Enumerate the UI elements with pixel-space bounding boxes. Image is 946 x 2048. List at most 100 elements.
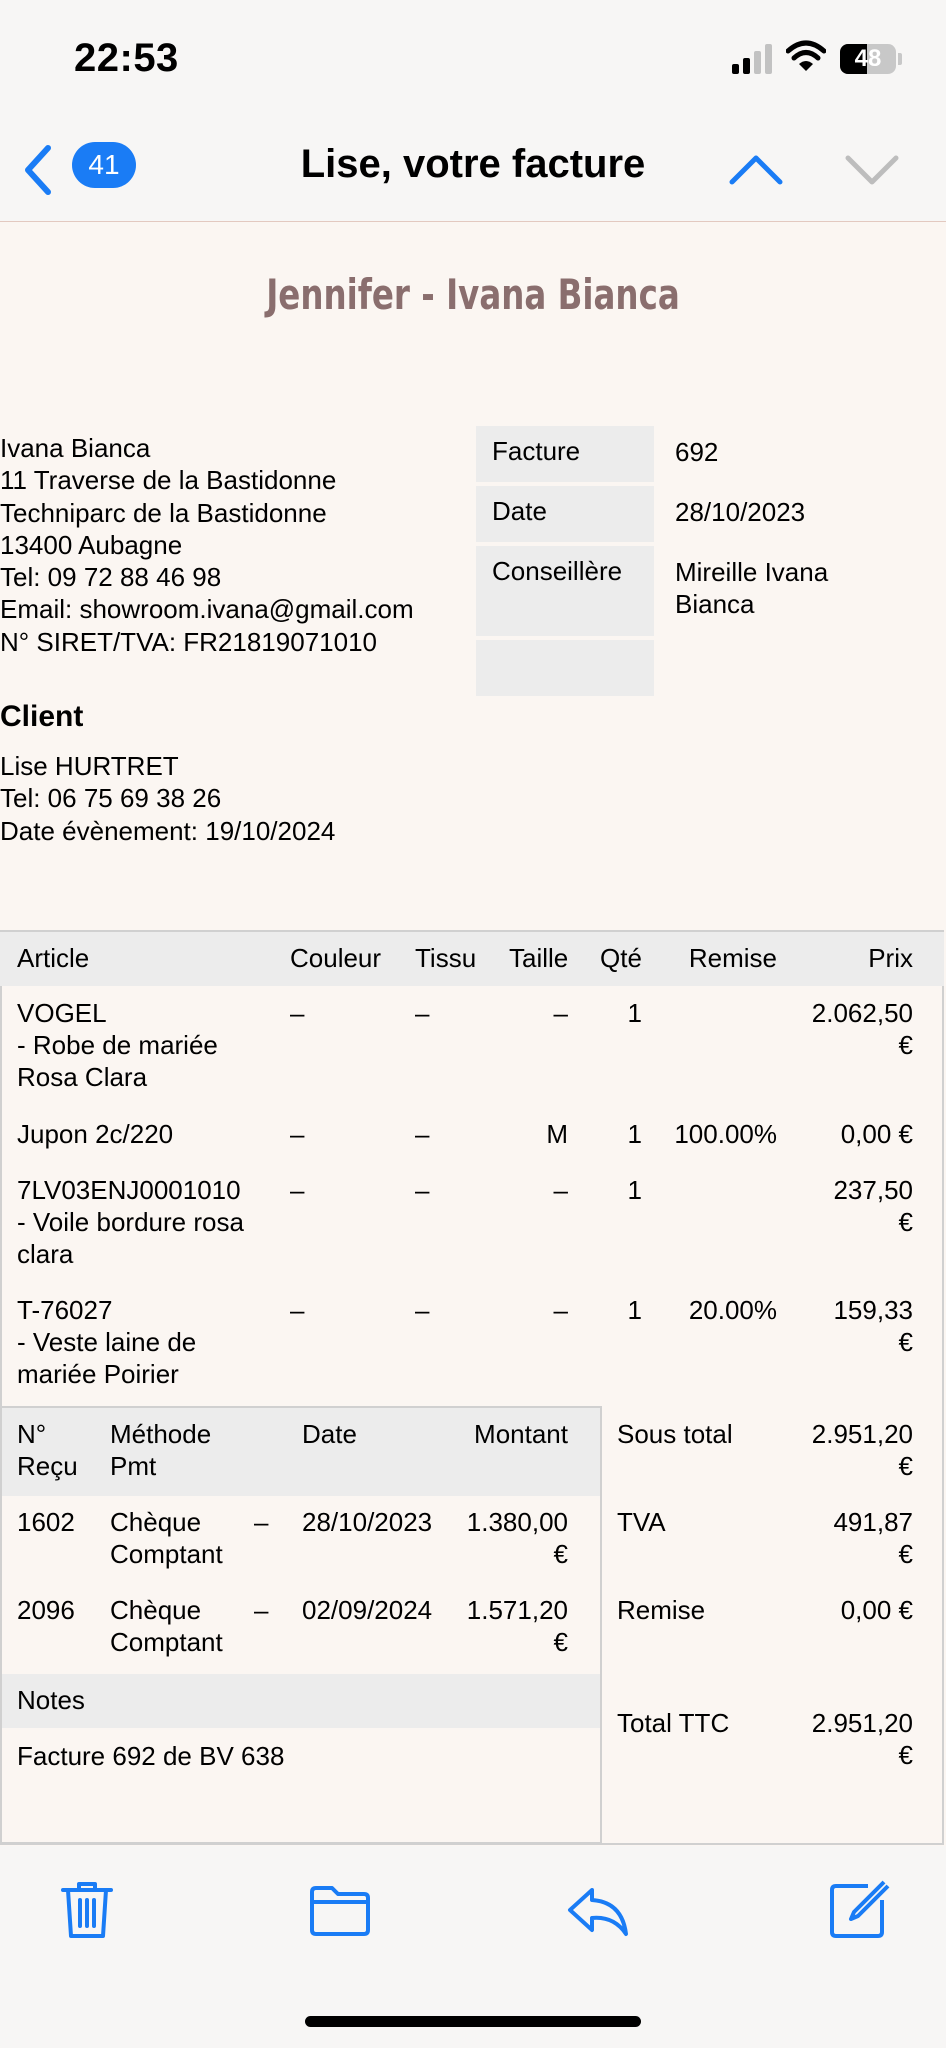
folder-icon[interactable] xyxy=(308,1878,372,1942)
column-header-payment-method: Méthode Pmt xyxy=(110,1418,211,1482)
price-line: € xyxy=(898,1207,913,1237)
cell-couleur: – xyxy=(290,1175,305,1205)
payment-receipt-no: 2096 xyxy=(17,1595,75,1625)
cell-prix: 0,00 € xyxy=(790,1118,913,1150)
total-value-subtotal: 2.951,20 € xyxy=(790,1418,913,1482)
notes-header xyxy=(2,1674,600,1728)
article-line: - Voile bordure rosa xyxy=(17,1207,244,1237)
cellular-signal-icon xyxy=(732,44,772,74)
article-line: mariée Poirier xyxy=(17,1359,179,1389)
cell-tissu: – xyxy=(415,1295,430,1325)
cell-remise: 100.00% xyxy=(674,1119,777,1149)
amount-line: € xyxy=(553,1627,568,1657)
company-address-block: Ivana Bianca 11 Traverse de la Bastidonn… xyxy=(0,432,414,658)
previous-message-chevron-up-icon[interactable] xyxy=(728,150,784,190)
article-line: - Veste laine de xyxy=(17,1327,197,1357)
payment-amount: 1.380,00 € xyxy=(440,1506,568,1570)
article-line: clara xyxy=(17,1239,74,1269)
price-line: 237,50 xyxy=(833,1175,913,1205)
invoice-store-heading: Jennifer - Ivana Bianca xyxy=(266,270,680,319)
trash-icon[interactable] xyxy=(55,1878,119,1942)
meta-value-advisor: Mireille Ivana Bianca xyxy=(675,556,828,620)
column-header-remise: Remise xyxy=(688,943,777,973)
cell-couleur: – xyxy=(290,1295,305,1325)
cell-tissu: – xyxy=(415,1119,430,1149)
company-line: Ivana Bianca xyxy=(0,433,151,463)
price-line: € xyxy=(898,1030,913,1060)
method-line: Comptant xyxy=(110,1627,223,1657)
total-line: 491,87 xyxy=(833,1507,913,1537)
company-line: Techniparc de la Bastidonne xyxy=(0,497,327,528)
payment-amount: 1.571,20 € xyxy=(440,1594,568,1658)
total-label-subtotal: Sous total xyxy=(617,1419,733,1449)
cell-taille: – xyxy=(553,998,568,1028)
meta-value-date: 28/10/2023 xyxy=(675,497,806,527)
client-phone: Tel: 06 75 69 38 26 xyxy=(0,783,222,814)
meta-label-invoice: Facture xyxy=(476,426,654,482)
price-line: € xyxy=(898,1327,913,1357)
battery-icon: 48 xyxy=(840,44,902,74)
company-line: 13400 Aubagne xyxy=(0,529,183,560)
cell-taille: – xyxy=(553,1295,568,1325)
article-line: Jupon 2c/220 xyxy=(17,1119,174,1149)
method-line: Chèque xyxy=(110,1507,202,1537)
total-value-ttc: 2.951,20 € xyxy=(790,1707,913,1771)
payment-dash: – xyxy=(254,1595,269,1625)
compose-icon[interactable] xyxy=(826,1878,890,1942)
method-line: Comptant xyxy=(110,1539,223,1569)
cell-qte: 1 xyxy=(627,1119,642,1149)
advisor-name-line: Bianca xyxy=(675,589,755,619)
back-chevron-icon[interactable] xyxy=(18,142,58,198)
table-row-article: Jupon 2c/220 xyxy=(17,1118,173,1150)
column-header-tissu: Tissu xyxy=(415,943,477,973)
price-line: 0,00 € xyxy=(840,1119,913,1149)
payment-date: 28/10/2023 xyxy=(302,1507,433,1537)
column-header-amount: Montant xyxy=(474,1419,568,1449)
total-label-tva: TVA xyxy=(617,1507,666,1537)
header-line: Pmt xyxy=(110,1451,157,1481)
total-line: € xyxy=(898,1740,913,1770)
cell-couleur: – xyxy=(290,998,305,1028)
cell-tissu: – xyxy=(415,998,430,1028)
total-value-tva: 491,87 € xyxy=(790,1506,913,1570)
total-label-remise: Remise xyxy=(617,1595,706,1625)
article-line: VOGEL xyxy=(17,998,107,1028)
total-line: € xyxy=(898,1451,913,1481)
meta-empty-cell xyxy=(476,640,654,696)
amount-line: 1.571,20 xyxy=(466,1595,568,1625)
wifi-icon xyxy=(786,40,826,71)
header-line: N° xyxy=(17,1419,47,1449)
payment-method: Chèque Comptant xyxy=(110,1506,223,1570)
notes-text: Facture 692 de BV 638 xyxy=(17,1741,285,1771)
mail-nav-bar: 41 Lise, votre facture xyxy=(0,120,946,222)
home-indicator[interactable] xyxy=(305,2016,641,2027)
total-line: € xyxy=(898,1539,913,1569)
cell-remise: 20.00% xyxy=(688,1295,777,1325)
cell-taille: – xyxy=(553,1175,568,1205)
company-email: Email: showroom.ivana@gmail.com xyxy=(0,594,414,625)
cell-qte: 1 xyxy=(627,998,642,1028)
header-line: Reçu xyxy=(17,1451,78,1481)
cell-couleur: – xyxy=(290,1119,305,1149)
total-line: 2.951,20 xyxy=(811,1708,913,1738)
payment-receipt-no: 1602 xyxy=(17,1507,75,1537)
next-message-chevron-down-icon[interactable] xyxy=(844,150,900,190)
total-label-ttc: Total TTC xyxy=(617,1708,730,1738)
price-line: 2.062,50 xyxy=(811,998,913,1028)
table-row-article: VOGEL - Robe de mariée Rosa Clara xyxy=(17,997,218,1093)
payment-method: Chèque Comptant xyxy=(110,1594,223,1658)
meta-label-advisor: Conseillère xyxy=(476,546,654,636)
battery-percent: 48 xyxy=(854,45,882,72)
reply-icon[interactable] xyxy=(566,1878,630,1942)
notes-heading: Notes xyxy=(17,1685,85,1715)
column-header-qte: Qté xyxy=(600,943,642,973)
total-value-remise: 0,00 € xyxy=(790,1594,913,1626)
company-line: 11 Traverse de la Bastidonne xyxy=(0,465,337,496)
column-header-payment-date: Date xyxy=(302,1419,357,1449)
total-line: 2.951,20 xyxy=(811,1419,913,1449)
client-block: Lise HURTRET Tel: 06 75 69 38 26 Date év… xyxy=(0,750,335,847)
column-header-prix: Prix xyxy=(868,943,913,973)
status-bar: 22:53 48 xyxy=(0,0,946,120)
unread-count-badge[interactable]: 41 xyxy=(72,142,136,188)
total-line: 0,00 € xyxy=(840,1595,913,1625)
